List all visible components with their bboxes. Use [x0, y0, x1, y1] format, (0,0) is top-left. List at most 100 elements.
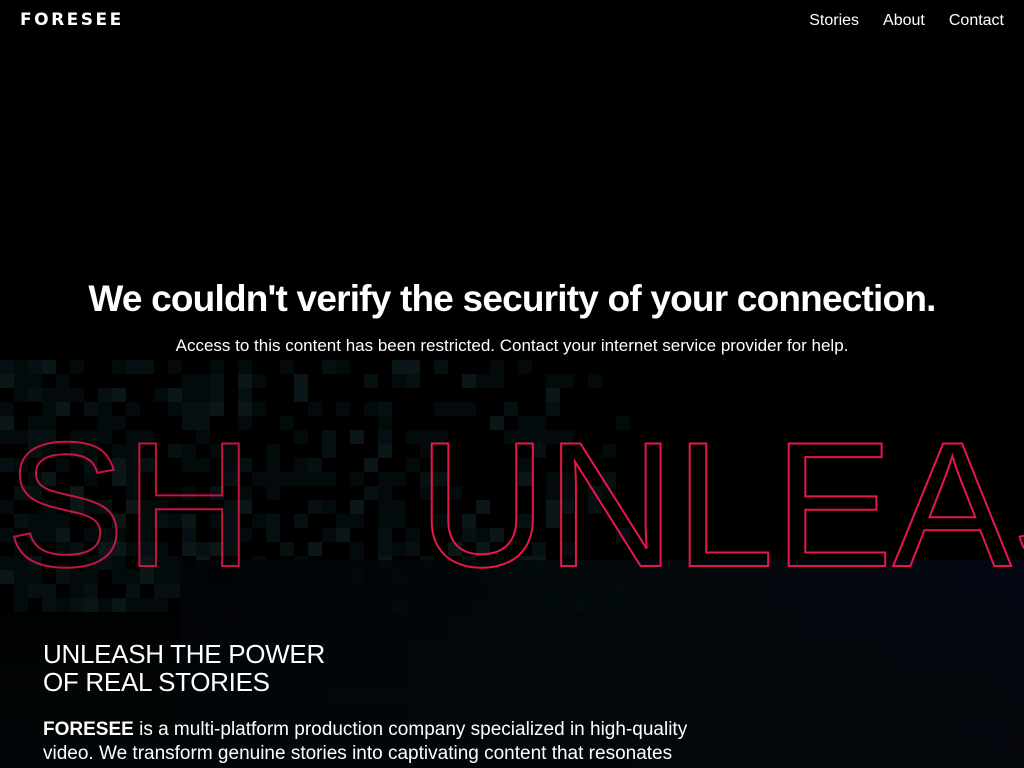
glitch-pixel — [490, 360, 504, 374]
glitch-pixel — [154, 388, 168, 402]
glitch-pixel — [294, 458, 308, 472]
glitch-pixel — [210, 374, 224, 388]
glitch-pixel — [378, 416, 392, 430]
error-message: Access to this content has been restrict… — [175, 336, 849, 355]
glitch-pixel — [266, 514, 280, 528]
glitch-pixel — [350, 500, 364, 514]
outline-word-left: SH — [6, 405, 253, 604]
glitch-pixel — [294, 374, 308, 388]
glitch-pixel — [350, 514, 364, 528]
glitch-pixel — [322, 528, 336, 542]
glitch-pixel — [98, 388, 112, 402]
hero-section: UNLEASH THE POWER OF REAL STORIES FORESE… — [43, 640, 723, 766]
glitch-pixel — [126, 360, 140, 374]
glitch-pixel — [112, 360, 126, 374]
glitch-pixel — [308, 500, 322, 514]
glitch-pixel — [350, 472, 364, 486]
foresee-logo[interactable]: FORESEE — [20, 10, 124, 30]
glitch-pixel — [196, 374, 210, 388]
main-nav: Stories About Contact — [809, 12, 1004, 30]
glitch-pixel — [168, 388, 182, 402]
glitch-pixel — [392, 514, 406, 528]
glitch-pixel — [364, 458, 378, 472]
glitch-pixel — [238, 388, 252, 402]
glitch-pixel — [308, 402, 322, 416]
glitch-pixel — [336, 402, 350, 416]
glitch-pixel — [14, 388, 28, 402]
glitch-pixel — [112, 388, 126, 402]
glitch-pixel — [518, 360, 532, 374]
glitch-pixel — [280, 416, 294, 430]
glitch-pixel — [266, 528, 280, 542]
glitch-pixel — [434, 360, 448, 374]
glitch-pixel — [336, 514, 350, 528]
glitch-pixel — [266, 486, 280, 500]
glitch-pixel — [364, 374, 378, 388]
glitch-pixel — [252, 374, 266, 388]
glitch-pixel — [70, 388, 84, 402]
glitch-pixel — [294, 388, 308, 402]
glitch-pixel — [14, 360, 28, 374]
hero-title-line1: UNLEASH THE POWER — [43, 639, 325, 669]
glitch-pixel — [336, 528, 350, 542]
glitch-pixel — [56, 388, 70, 402]
glitch-pixel — [28, 388, 42, 402]
glitch-pixel — [14, 374, 28, 388]
glitch-pixel — [322, 444, 336, 458]
glitch-pixel — [406, 360, 420, 374]
glitch-pixel — [252, 402, 266, 416]
glitch-pixel — [322, 472, 336, 486]
glitch-pixel — [28, 360, 42, 374]
glitch-pixel — [196, 388, 210, 402]
glitch-pixel — [294, 514, 308, 528]
glitch-pixel — [476, 374, 490, 388]
glitch-pixel — [378, 430, 392, 444]
site-header: FORESEE Stories About Contact — [0, 0, 1024, 44]
glitch-pixel — [140, 360, 154, 374]
glitch-pixel — [322, 430, 336, 444]
outline-word-main: UNLEAS — [418, 405, 1024, 604]
glitch-pixel — [238, 360, 252, 374]
glitch-pixel — [490, 374, 504, 388]
error-title: We couldn't verify the security of your … — [88, 278, 936, 319]
glitch-pixel — [392, 500, 406, 514]
glitch-pixel — [378, 542, 392, 556]
glitch-pixel — [322, 360, 336, 374]
glitch-pixel — [266, 444, 280, 458]
glitch-pixel — [462, 374, 476, 388]
glitch-pixel — [588, 374, 602, 388]
glitch-pixel — [252, 514, 266, 528]
glitch-pixel — [168, 360, 182, 374]
hero-title: UNLEASH THE POWER OF REAL STORIES — [43, 640, 723, 696]
nav-stories[interactable]: Stories — [809, 12, 859, 30]
glitch-pixel — [546, 388, 560, 402]
brand-name: FORESEE — [43, 719, 134, 740]
glitch-pixel — [378, 514, 392, 528]
glitch-pixel — [392, 360, 406, 374]
glitch-pixel — [280, 360, 294, 374]
glitch-pixel — [294, 472, 308, 486]
glitch-pixel — [378, 402, 392, 416]
nav-contact[interactable]: Contact — [949, 12, 1004, 30]
glitch-pixel — [182, 388, 196, 402]
glitch-pixel — [378, 472, 392, 486]
glitch-pixel — [364, 486, 378, 500]
glitch-pixel — [560, 374, 574, 388]
glitch-pixel — [182, 374, 196, 388]
glitch-pixel — [378, 500, 392, 514]
glitch-pixel — [308, 458, 322, 472]
glitch-pixel — [406, 374, 420, 388]
glitch-pixel — [0, 374, 14, 388]
glitch-pixel — [350, 430, 364, 444]
glitch-pixel — [546, 374, 560, 388]
glitch-pixel — [238, 374, 252, 388]
glitch-pixel — [42, 360, 56, 374]
nav-about[interactable]: About — [883, 12, 925, 30]
glitch-pixel — [42, 388, 56, 402]
glitch-pixel — [294, 430, 308, 444]
glitch-pixel — [308, 542, 322, 556]
hero-title-line2: OF REAL STORIES — [43, 667, 270, 697]
glitch-pixel — [378, 528, 392, 542]
glitch-pixel — [322, 500, 336, 514]
hero-description-line1: is a multi-platform production company s… — [133, 719, 688, 740]
